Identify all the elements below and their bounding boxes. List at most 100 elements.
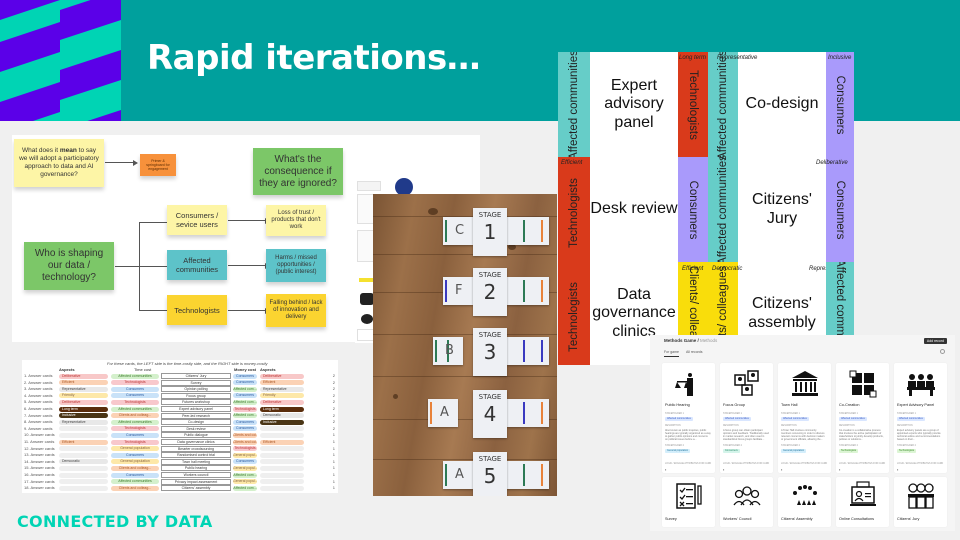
- aspect-dropdown[interactable]: Representative: [59, 386, 108, 392]
- aspect-dropdown[interactable]: Deliberative: [260, 373, 304, 379]
- method-cell[interactable]: Citizens' assembly: [161, 485, 231, 492]
- aspect-dropdown[interactable]: Deliberative: [59, 373, 108, 379]
- method-cell[interactable]: Citizens' Jury: [161, 373, 231, 379]
- aspect-dropdown[interactable]: [59, 446, 108, 452]
- time-cost-dropdown[interactable]: General population: [111, 459, 159, 465]
- method-cell[interactable]: Bmarter crowdsourcing: [161, 445, 231, 452]
- method-cell[interactable]: Public hearing: [161, 465, 231, 472]
- aspect-dropdown[interactable]: Friendly: [260, 393, 304, 399]
- tab-for-game[interactable]: For game: [664, 350, 679, 357]
- money-cost-dropdown[interactable]: Consumers: [233, 419, 257, 425]
- money-cost-dropdown[interactable]: General popul...: [233, 479, 257, 485]
- tab-all-records[interactable]: All records: [686, 350, 703, 354]
- aspect-dropdown[interactable]: Representative: [260, 386, 304, 392]
- money-cost-dropdown[interactable]: Clients and col...: [233, 432, 257, 438]
- money-cost-dropdown[interactable]: Affected com...: [233, 413, 257, 419]
- time-cost-dropdown[interactable]: Consumers: [111, 393, 159, 399]
- method-cell[interactable]: Survey: [161, 379, 231, 386]
- aspect-dropdown[interactable]: [260, 465, 304, 471]
- time-cost-dropdown[interactable]: Clients and colleag...: [111, 413, 159, 419]
- aspect-dropdown[interactable]: Efficient: [59, 380, 108, 386]
- aspect-dropdown[interactable]: [260, 485, 304, 491]
- money-cost-dropdown[interactable]: General popul...: [233, 452, 257, 458]
- money-cost-dropdown[interactable]: Technologists: [233, 446, 257, 452]
- method-card[interactable]: Online Consultations: [836, 477, 889, 527]
- method-cell[interactable]: Desk review: [161, 425, 231, 432]
- time-cost-dropdown[interactable]: Affected communities: [111, 419, 159, 425]
- method-card[interactable]: Expert Advisory Panel STAKEHOLDER 1 Affect…: [894, 363, 947, 473]
- method-cell[interactable]: Town hall meeting: [161, 458, 231, 465]
- money-cost-dropdown[interactable]: Affected com...: [233, 386, 257, 392]
- method-cell[interactable]: Workers council: [161, 472, 231, 478]
- time-cost-dropdown[interactable]: Consumers: [111, 432, 159, 438]
- time-cost-dropdown[interactable]: Consumers: [111, 452, 159, 458]
- method-cell[interactable]: Futures workshop: [161, 399, 231, 406]
- aspect-dropdown[interactable]: [260, 472, 304, 478]
- aspect-dropdown[interactable]: [59, 479, 108, 485]
- aspect-dropdown[interactable]: [59, 426, 108, 432]
- money-cost-dropdown[interactable]: Affected com...: [233, 399, 257, 405]
- method-cell[interactable]: Privacy impact assessment: [161, 478, 231, 485]
- breadcrumb-app[interactable]: Methods Game: [664, 338, 696, 343]
- aspect-dropdown[interactable]: [59, 452, 108, 458]
- aspect-dropdown[interactable]: [59, 465, 108, 471]
- aspect-dropdown[interactable]: [260, 432, 304, 438]
- time-cost-dropdown[interactable]: Technologists: [111, 439, 159, 445]
- aspect-dropdown[interactable]: Inclusive: [59, 413, 108, 419]
- aspect-dropdown[interactable]: Efficient: [260, 439, 304, 445]
- search-icon[interactable]: [940, 349, 945, 354]
- method-cell[interactable]: Peer-led research: [161, 412, 231, 419]
- time-cost-dropdown[interactable]: Technologists: [111, 399, 159, 405]
- aspect-dropdown[interactable]: Efficient: [260, 380, 304, 386]
- money-cost-dropdown[interactable]: Consumers: [233, 426, 257, 432]
- time-cost-dropdown[interactable]: Affected communities: [111, 479, 159, 485]
- thumbnail[interactable]: [357, 181, 381, 191]
- method-cell[interactable]: Focus group: [161, 392, 231, 399]
- method-card[interactable]: Public Hearing STAKEHOLDER 1 Affected comm…: [662, 363, 715, 473]
- aspect-dropdown[interactable]: Deliberative: [260, 399, 304, 405]
- aspect-dropdown[interactable]: [260, 446, 304, 452]
- aspect-dropdown[interactable]: [260, 459, 304, 465]
- time-cost-dropdown[interactable]: Affected communities: [111, 373, 159, 379]
- aspect-dropdown[interactable]: [260, 479, 304, 485]
- aspect-dropdown[interactable]: Friendly: [59, 393, 108, 399]
- time-cost-dropdown[interactable]: Clients and colleag...: [111, 465, 159, 471]
- method-card[interactable]: Survey: [662, 477, 715, 527]
- money-cost-dropdown[interactable]: Consumers: [233, 373, 257, 379]
- time-cost-dropdown[interactable]: Consumers: [111, 386, 159, 392]
- method-card[interactable]: Workers' Council: [720, 477, 773, 527]
- aspect-dropdown[interactable]: [260, 452, 304, 458]
- money-cost-dropdown[interactable]: Clients and col...: [233, 439, 257, 445]
- money-cost-dropdown[interactable]: Consumers: [233, 459, 257, 465]
- aspect-dropdown[interactable]: Efficient: [59, 439, 108, 445]
- money-cost-dropdown[interactable]: Technologists: [233, 406, 257, 412]
- method-cell[interactable]: Expert advisory panel: [161, 406, 231, 412]
- aspect-dropdown[interactable]: Long term: [260, 406, 304, 412]
- aspect-dropdown[interactable]: Inclusive: [260, 419, 304, 425]
- aspect-dropdown[interactable]: Deliberative: [59, 399, 108, 405]
- method-cell[interactable]: Randomised control trial: [161, 452, 231, 459]
- time-cost-dropdown[interactable]: Technologists: [111, 380, 159, 386]
- money-cost-dropdown[interactable]: Affected com...: [233, 472, 257, 478]
- aspect-dropdown[interactable]: [59, 485, 108, 491]
- method-cell[interactable]: Public dialogue: [161, 432, 231, 439]
- method-cell[interactable]: Data governance clinics: [161, 439, 231, 445]
- method-cell[interactable]: Opinion polling: [161, 386, 231, 393]
- aspect-dropdown[interactable]: Long term: [59, 406, 108, 412]
- aspect-dropdown[interactable]: [59, 472, 108, 478]
- method-cell[interactable]: Co-design: [161, 419, 231, 426]
- add-record-button[interactable]: Add record: [923, 338, 947, 344]
- method-card[interactable]: Town Hall STAKEHOLDER 1 Affected communiti…: [778, 363, 831, 473]
- method-card[interactable]: Focus Group STAKEHOLDER 1 Affected communi…: [720, 363, 773, 473]
- money-cost-dropdown[interactable]: Affected com...: [233, 485, 257, 491]
- money-cost-dropdown[interactable]: Consumers: [233, 393, 257, 399]
- method-card[interactable]: Co-Creation STAKEHOLDER 1 Affected communi…: [836, 363, 889, 473]
- method-card[interactable]: Citizens' Jury: [894, 477, 947, 527]
- time-cost-dropdown[interactable]: Clients and colleag...: [111, 485, 159, 491]
- money-cost-dropdown[interactable]: General popul...: [233, 465, 257, 471]
- aspect-dropdown[interactable]: [59, 432, 108, 438]
- time-cost-dropdown[interactable]: Affected communities: [111, 406, 159, 412]
- aspect-dropdown[interactable]: Democratic: [260, 413, 304, 419]
- method-card[interactable]: Citizens' Assembly: [778, 477, 831, 527]
- aspect-dropdown[interactable]: Representative: [59, 419, 108, 425]
